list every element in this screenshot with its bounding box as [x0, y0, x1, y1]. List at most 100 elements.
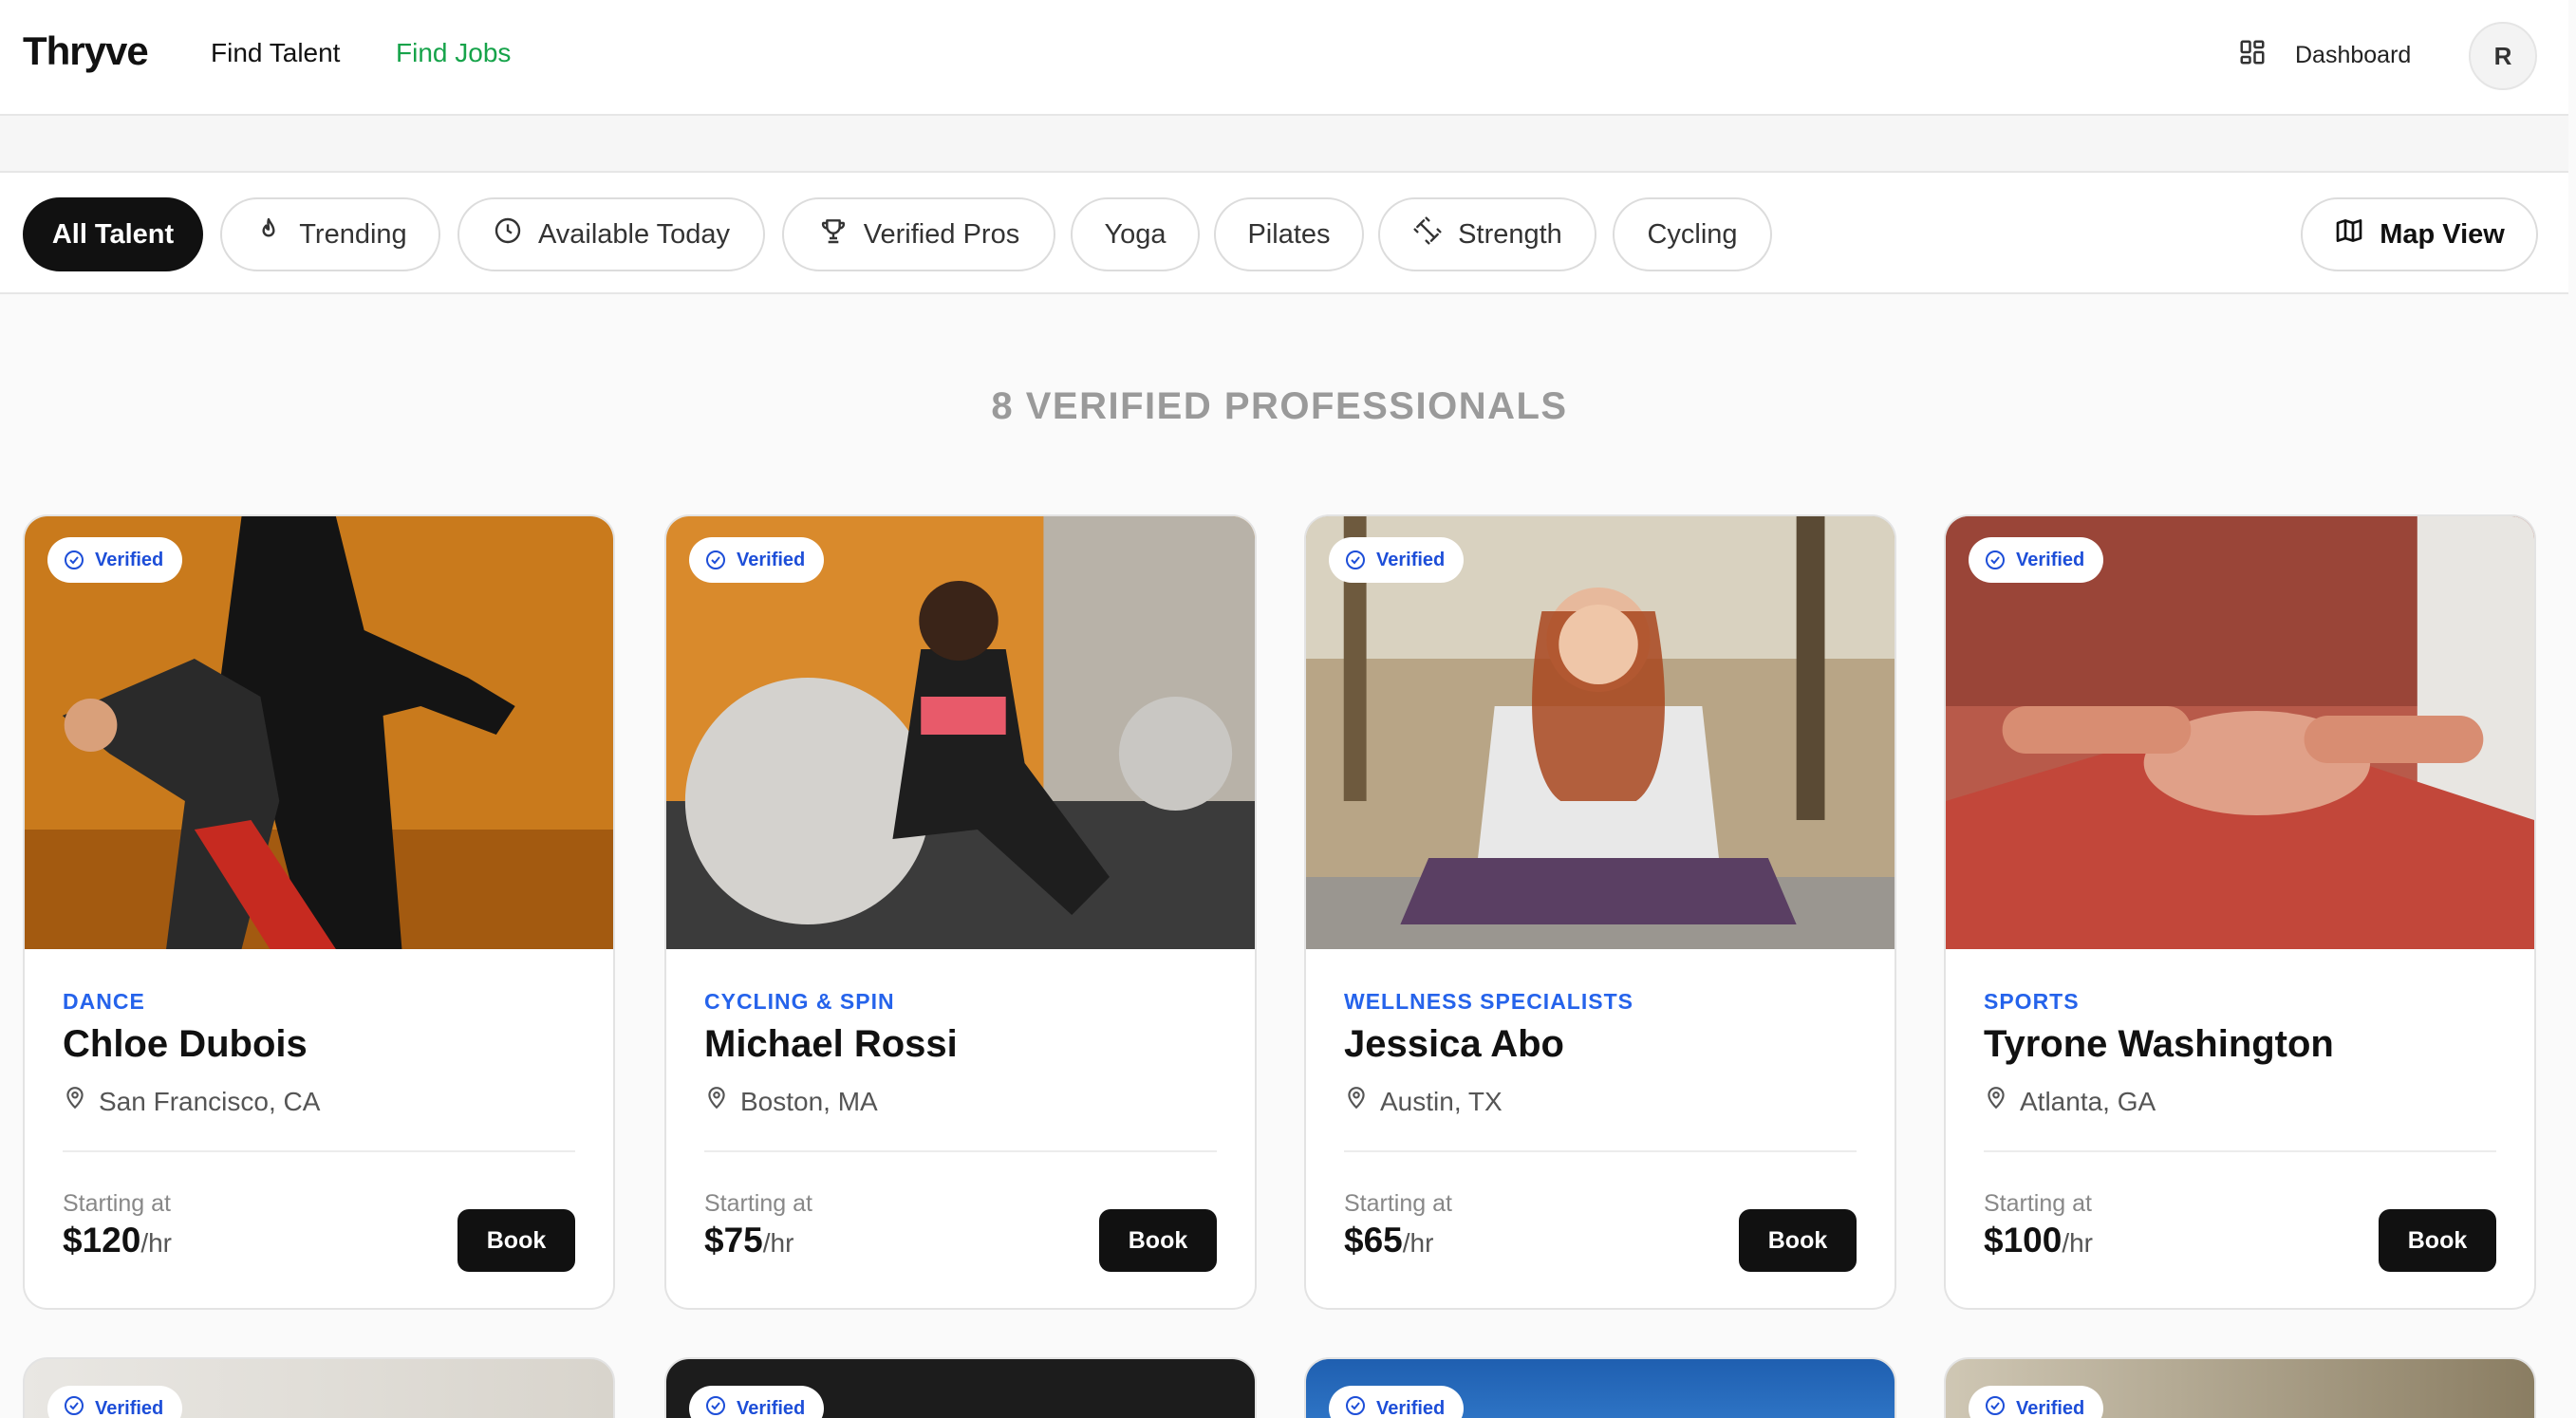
filter-bar: All Talent Trending Available Today Veri… — [0, 173, 2568, 294]
location-text: San Francisco, CA — [99, 1086, 321, 1116]
talent-card-partial[interactable]: Verified — [23, 1357, 615, 1418]
price-unit: /hr — [762, 1228, 794, 1258]
talent-card-partial[interactable]: Verified — [1944, 1357, 2536, 1418]
app-logo[interactable]: Thryve — [23, 28, 149, 74]
book-button[interactable]: Book — [2379, 1209, 2496, 1272]
book-button[interactable]: Book — [1739, 1209, 1857, 1272]
card-divider — [63, 1150, 575, 1152]
talent-card-partial[interactable]: Verified — [1304, 1357, 1896, 1418]
talent-card[interactable]: Verified Dance Chloe Dubois San Francisc… — [23, 514, 615, 1310]
chip-available-today[interactable]: Available Today — [457, 197, 765, 271]
price-unit: /hr — [1402, 1228, 1434, 1258]
talent-location: Atlanta, GA — [1984, 1086, 2156, 1117]
map-view-label: Map View — [2380, 218, 2505, 250]
hourly-rate: $75/hr — [704, 1221, 793, 1260]
nav-find-talent[interactable]: Find Talent — [211, 38, 340, 68]
chip-label: All Talent — [51, 218, 175, 250]
header-spacer — [0, 116, 2568, 173]
price-amount: $75 — [704, 1221, 763, 1259]
verified-label: Verified — [2016, 549, 2085, 570]
talent-location: San Francisco, CA — [63, 1086, 320, 1117]
talent-photo: Verified — [25, 516, 613, 949]
chip-label: Cycling — [1647, 218, 1738, 250]
verified-badge: Verified — [689, 537, 825, 583]
card-divider — [704, 1150, 1217, 1152]
talent-card[interactable]: Verified Cycling & Spin Michael Rossi Bo… — [664, 514, 1257, 1310]
starting-at-label: Starting at — [704, 1190, 812, 1217]
verified-label: Verified — [95, 1397, 164, 1418]
chip-verified-pros[interactable]: Verified Pros — [782, 197, 1055, 271]
check-circle-icon — [1344, 1394, 1367, 1418]
verified-badge: Verified — [47, 537, 183, 583]
price-amount: $65 — [1344, 1221, 1403, 1259]
talent-name[interactable]: Jessica Abo — [1344, 1023, 1564, 1066]
verified-badge: Verified — [1969, 1386, 2104, 1418]
talent-location: Austin, TX — [1344, 1086, 1503, 1117]
talent-photo: Verified — [1306, 516, 1895, 949]
map-icon — [2334, 215, 2364, 253]
verified-badge: Verified — [689, 1386, 825, 1418]
chip-label: Strength — [1458, 218, 1562, 250]
starting-at-label: Starting at — [63, 1190, 171, 1217]
talent-photo: Verified — [1946, 516, 2534, 949]
verified-badge: Verified — [1329, 1386, 1465, 1418]
hourly-rate: $120/hr — [63, 1221, 172, 1260]
map-pin-icon — [63, 1086, 87, 1117]
top-nav-bar: Thryve Find Talent Find Jobs Dashboard R — [0, 0, 2568, 116]
price-amount: $100 — [1984, 1221, 2063, 1259]
book-button[interactable]: Book — [457, 1209, 575, 1272]
book-button[interactable]: Book — [1099, 1209, 1217, 1272]
card-divider — [1344, 1150, 1857, 1152]
chip-label: Verified Pros — [863, 218, 1020, 250]
chip-all-talent[interactable]: All Talent — [23, 197, 203, 271]
map-pin-icon — [1984, 1086, 2008, 1117]
dashboard-link[interactable]: Dashboard — [2238, 38, 2411, 73]
verified-badge: Verified — [1969, 537, 2104, 583]
chip-label: Available Today — [537, 218, 731, 250]
map-pin-icon — [1344, 1086, 1369, 1117]
chip-cycling[interactable]: Cycling — [1613, 197, 1772, 271]
hourly-rate: $65/hr — [1344, 1221, 1433, 1260]
location-text: Austin, TX — [1380, 1086, 1503, 1116]
chip-strength[interactable]: Strength — [1378, 197, 1596, 271]
talent-card[interactable]: Verified Wellness Specialists Jessica Ab… — [1304, 514, 1896, 1310]
flame-icon — [253, 215, 284, 253]
verified-badge: Verified — [47, 1386, 183, 1418]
check-circle-icon — [63, 1394, 85, 1418]
chip-pilates[interactable]: Pilates — [1214, 197, 1364, 271]
chip-yoga[interactable]: Yoga — [1071, 197, 1200, 271]
price-amount: $120 — [63, 1221, 141, 1259]
starting-at-label: Starting at — [1984, 1190, 2092, 1217]
talent-name[interactable]: Michael Rossi — [704, 1023, 958, 1066]
check-circle-icon — [1344, 549, 1367, 571]
dashboard-label: Dashboard — [2295, 42, 2412, 68]
map-view-button[interactable]: Map View — [2301, 197, 2538, 271]
card-divider — [1984, 1150, 2496, 1152]
price-unit: /hr — [140, 1228, 172, 1258]
talent-name[interactable]: Tyrone Washington — [1984, 1023, 2334, 1066]
nav-find-jobs[interactable]: Find Jobs — [396, 38, 511, 68]
map-pin-icon — [704, 1086, 729, 1117]
talent-photo: Verified — [666, 516, 1255, 949]
trophy-icon — [818, 215, 849, 253]
verified-label: Verified — [95, 549, 164, 570]
check-circle-icon — [704, 549, 727, 571]
check-circle-icon — [63, 549, 85, 571]
dumbbell-icon — [1412, 215, 1443, 253]
verified-label: Verified — [737, 1397, 806, 1418]
grid-icon — [2238, 38, 2267, 73]
verified-label: Verified — [1376, 1397, 1446, 1418]
verified-label: Verified — [2016, 1397, 2085, 1418]
location-text: Atlanta, GA — [2020, 1086, 2156, 1116]
talent-category: Cycling & Spin — [704, 989, 895, 1014]
talent-card-partial[interactable]: Verified — [664, 1357, 1257, 1418]
talent-category: Sports — [1984, 989, 2080, 1014]
verified-label: Verified — [737, 549, 806, 570]
location-text: Boston, MA — [740, 1086, 878, 1116]
talent-name[interactable]: Chloe Dubois — [63, 1023, 308, 1066]
chip-trending[interactable]: Trending — [220, 197, 440, 271]
user-avatar[interactable]: R — [2469, 22, 2537, 90]
verified-badge: Verified — [1329, 537, 1465, 583]
starting-at-label: Starting at — [1344, 1190, 1452, 1217]
talent-card[interactable]: Verified Sports Tyrone Washington Atlant… — [1944, 514, 2536, 1310]
